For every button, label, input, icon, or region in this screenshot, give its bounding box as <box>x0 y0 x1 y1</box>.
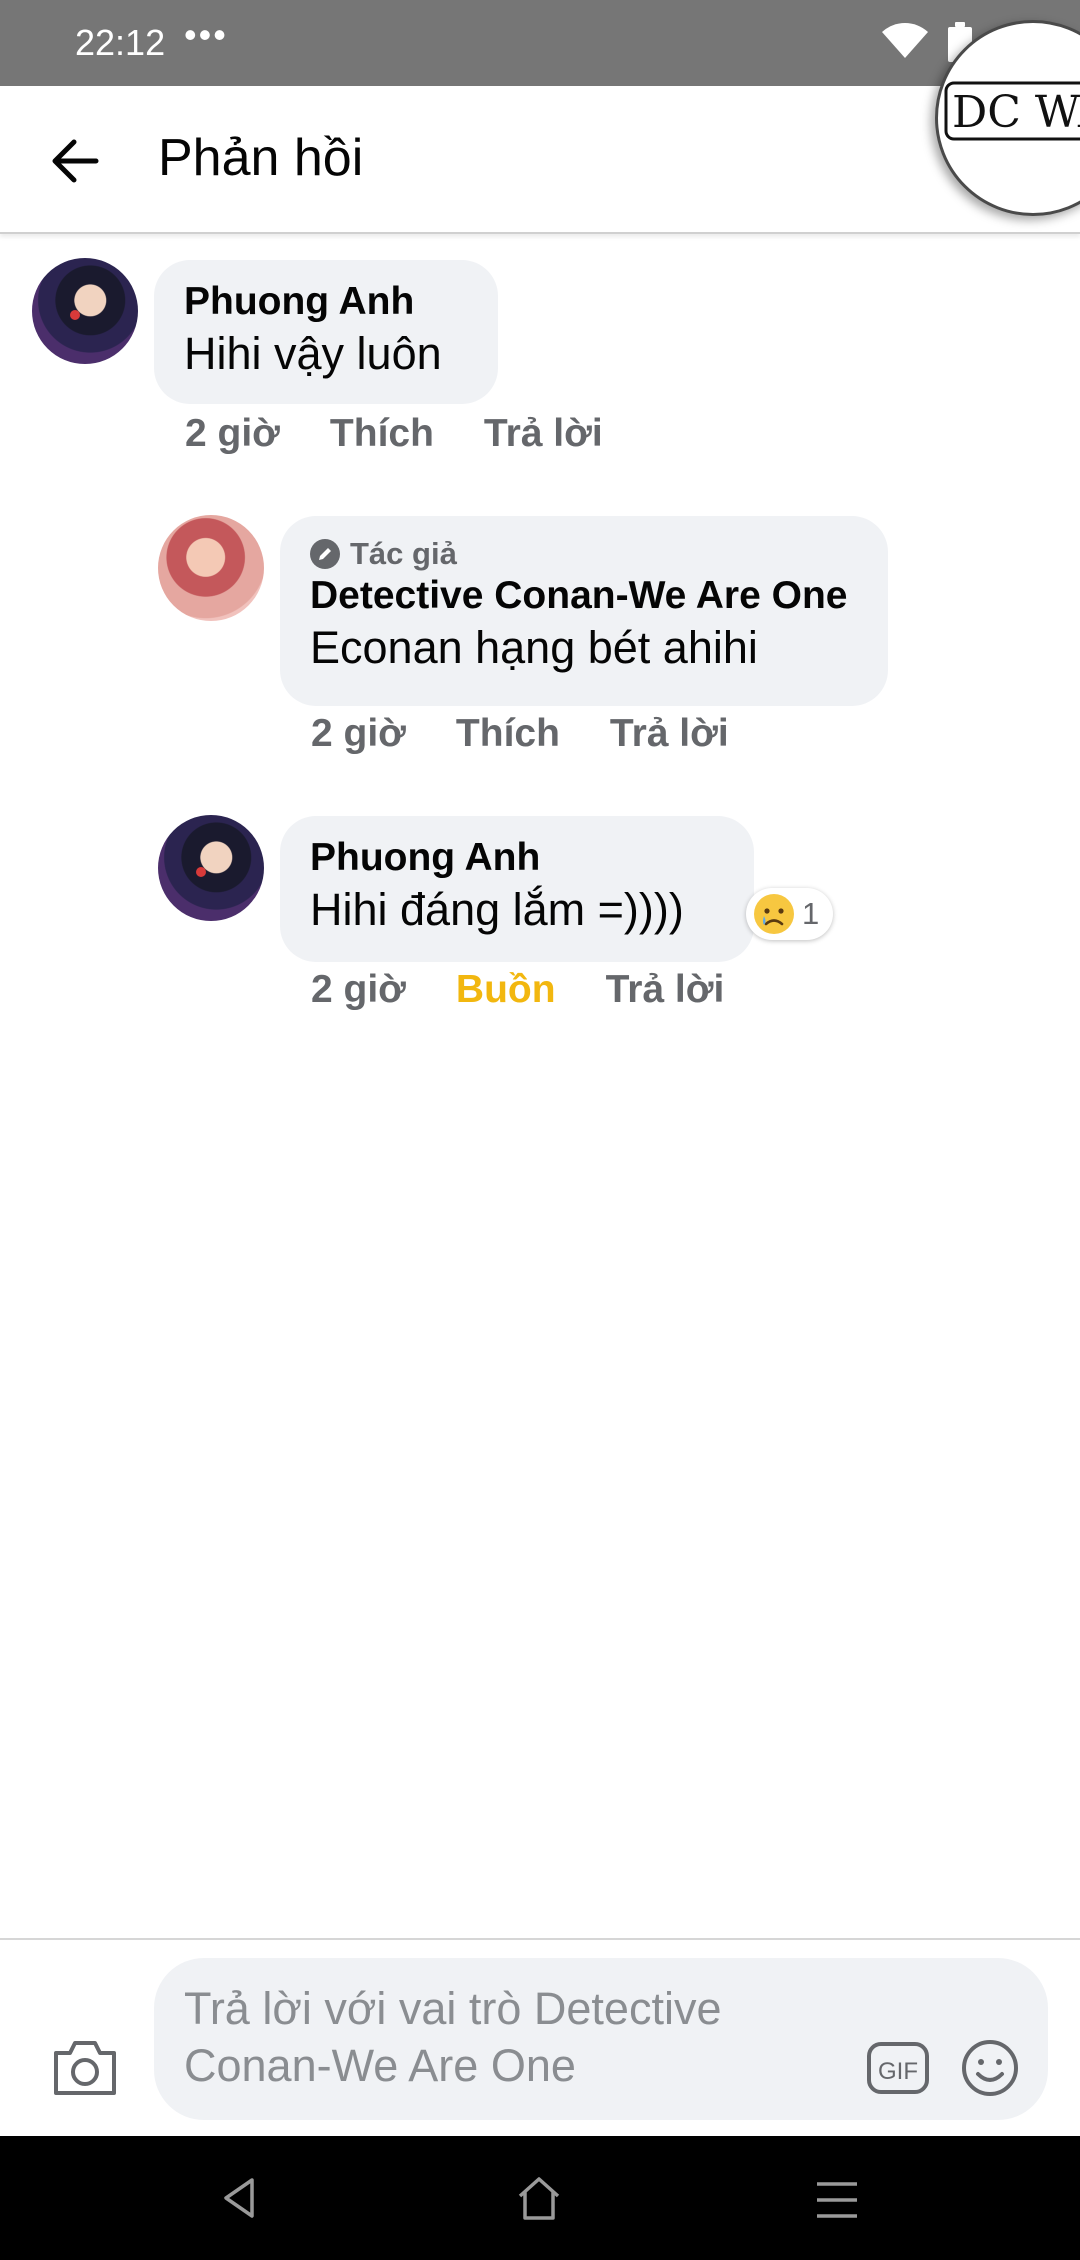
status-more-icon: ••• <box>184 14 228 55</box>
reply-button[interactable]: Trả lời <box>484 412 603 456</box>
sad-reaction-button[interactable]: Buồn <box>456 968 556 1012</box>
sad-emoji-icon <box>754 894 794 934</box>
author-badge: Tác giả <box>310 536 858 572</box>
reply-input-placeholder[interactable]: Trả lời với vai trò Detective Conan-We A… <box>184 1980 804 2094</box>
status-bar: 22:12 ••• <box>0 0 1080 86</box>
comment-text: Econan hạng bét ahihi <box>310 622 758 673</box>
like-button[interactable]: Thích <box>330 412 434 456</box>
comment-text: Hihi đáng lắm =)))) <box>310 884 684 935</box>
wifi-icon <box>882 23 928 58</box>
pencil-icon <box>310 539 340 569</box>
comment-time[interactable]: 2 giờ <box>311 968 406 1012</box>
comment-time[interactable]: 2 giờ <box>311 712 406 756</box>
reply-button[interactable]: Trả lời <box>610 712 729 756</box>
emoji-icon[interactable] <box>960 2038 1020 2098</box>
nav-back-icon[interactable] <box>220 2176 260 2220</box>
back-arrow-icon[interactable] <box>40 126 110 196</box>
avatar[interactable] <box>32 258 138 364</box>
reaction-summary[interactable]: 1 <box>746 888 834 940</box>
avatar[interactable] <box>158 815 264 921</box>
comment-bubble: Tác giả Detective Conan-We Are One Econa… <box>280 516 888 706</box>
system-nav-bar <box>0 2136 1080 2260</box>
comment-bubble: Phuong Anh Hihi đáng lắm =)))) <box>280 816 754 962</box>
status-time: 22:12 <box>75 22 166 63</box>
header: Phản hồi <box>0 86 1080 234</box>
compose-bar: Trả lời với vai trò Detective Conan-We A… <box>0 1938 1080 2138</box>
camera-icon[interactable] <box>50 2037 120 2099</box>
comment-actions: 2 giờ Buồn Trả lời <box>311 968 774 1012</box>
comment-author[interactable]: Phuong Anh <box>184 278 468 326</box>
nav-home-icon[interactable] <box>514 2174 564 2222</box>
badge-logo-text: DC WAO <box>952 87 1080 138</box>
svg-text:GIF: GIF <box>878 2058 918 2085</box>
comment-actions: 2 giờ Thích Trả lời <box>185 412 653 456</box>
comment-text: Hihi vậy luôn <box>184 328 442 379</box>
like-button[interactable]: Thích <box>456 712 560 756</box>
comment-time[interactable]: 2 giờ <box>185 412 280 456</box>
reply-button[interactable]: Trả lời <box>606 968 725 1012</box>
author-badge-label: Tác giả <box>350 536 457 571</box>
comment-actions: 2 giờ Thích Trả lời <box>311 712 779 756</box>
avatar[interactable] <box>158 515 264 621</box>
comment-author[interactable]: Detective Conan-We Are One <box>310 572 858 620</box>
nav-menu-icon[interactable] <box>815 2180 859 2220</box>
reply-input[interactable]: Trả lời với vai trò Detective Conan-We A… <box>154 1958 1048 2120</box>
reaction-count: 1 <box>802 896 820 931</box>
comment-author[interactable]: Phuong Anh <box>310 834 724 882</box>
comment-bubble: Phuong Anh Hihi vậy luôn <box>154 260 498 404</box>
gif-icon[interactable]: GIF <box>866 2041 930 2095</box>
page-title: Phản hồi <box>158 129 364 187</box>
